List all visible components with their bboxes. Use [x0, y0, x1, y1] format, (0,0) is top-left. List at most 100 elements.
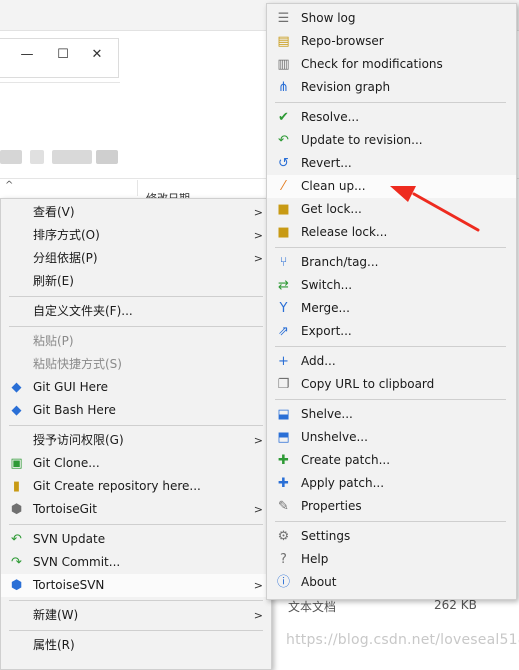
git-clone-icon: ▣ — [10, 456, 23, 471]
menu-separator — [275, 102, 506, 103]
menu-separator — [9, 425, 263, 426]
menu-separator — [9, 326, 263, 327]
menu-separator — [275, 346, 506, 347]
submenu-item-export[interactable]: ⇗ Export... — [267, 320, 516, 343]
submenu-item-update-to-revision[interactable]: ↶ Update to revision... — [267, 129, 516, 152]
menu-item-group-by[interactable]: 分组依据(P) > — [1, 247, 271, 270]
menu-item-label: Help — [301, 552, 329, 566]
menu-item-label: Shelve... — [301, 407, 353, 421]
repo-browser-icon: ▤ — [277, 34, 290, 49]
menu-item-label: 粘贴(P) — [33, 334, 74, 348]
submenu-item-settings[interactable]: ⚙ Settings — [267, 525, 516, 548]
menu-item-git-bash-here[interactable]: ◆ Git Bash Here — [1, 399, 271, 422]
submenu-item-merge[interactable]: Y Merge... — [267, 297, 516, 320]
submenu-item-add[interactable]: + Add... — [267, 350, 516, 373]
menu-item-paste-shortcut: 粘贴快捷方式(S) — [1, 353, 271, 376]
menu-item-git-clone[interactable]: ▣ Git Clone... — [1, 452, 271, 475]
blurred-content — [96, 150, 118, 164]
submenu-item-copy-url[interactable]: ❐ Copy URL to clipboard — [267, 373, 516, 396]
menu-item-label: 排序方式(O) — [33, 228, 100, 242]
update-to-revision-icon: ↶ — [278, 133, 289, 148]
menu-item-git-gui-here[interactable]: ◆ Git GUI Here — [1, 376, 271, 399]
submenu-item-unshelve[interactable]: ⬒ Unshelve... — [267, 426, 516, 449]
file-size-cell: 262 KB — [434, 598, 477, 612]
menu-item-refresh[interactable]: 刷新(E) — [1, 270, 271, 293]
tortoisegit-icon: ⬢ — [10, 502, 23, 517]
export-icon: ⇗ — [278, 324, 289, 339]
submenu-item-apply-patch[interactable]: ✚ Apply patch... — [267, 472, 516, 495]
menu-item-label: 刷新(E) — [33, 274, 74, 288]
menu-item-properties[interactable]: 属性(R) — [1, 634, 271, 657]
menu-item-label: Get lock... — [301, 202, 362, 216]
menu-item-label: 分组依据(P) — [33, 251, 98, 265]
menu-item-label: TortoiseSVN — [33, 578, 105, 592]
chevron-right-icon: > — [253, 229, 263, 242]
menu-item-svn-commit[interactable]: ↷ SVN Commit... — [1, 551, 271, 574]
close-icon[interactable]: ✕ — [89, 47, 105, 63]
switch-icon: ⇄ — [278, 278, 289, 293]
blurred-content — [0, 150, 22, 164]
menu-item-label: 自定义文件夹(F)... — [33, 304, 133, 318]
submenu-item-revision-graph[interactable]: ⋔ Revision graph — [267, 76, 516, 99]
chevron-up-icon[interactable]: ^ — [5, 180, 13, 191]
show-log-icon: ☰ — [277, 11, 290, 26]
menu-item-new[interactable]: 新建(W) > — [1, 604, 271, 627]
menu-item-label: Show log — [301, 11, 356, 25]
submenu-item-show-log[interactable]: ☰ Show log — [267, 7, 516, 30]
menu-item-grant-access[interactable]: 授予访问权限(G) > — [1, 429, 271, 452]
submenu-item-repo-browser[interactable]: ▤ Repo-browser — [267, 30, 516, 53]
submenu-item-revert[interactable]: ↺ Revert... — [267, 152, 516, 175]
help-icon: ? — [280, 552, 287, 567]
menu-item-label: Settings — [301, 529, 351, 543]
submenu-item-shelve[interactable]: ⬓ Shelve... — [267, 403, 516, 426]
git-bash-icon: ◆ — [11, 403, 22, 418]
menu-item-label: Git Clone... — [33, 456, 100, 470]
check-modifications-icon: ▥ — [277, 57, 290, 72]
add-icon: + — [278, 354, 289, 369]
copy-url-icon: ❐ — [277, 377, 290, 392]
submenu-item-create-patch[interactable]: ✚ Create patch... — [267, 449, 516, 472]
menu-separator — [9, 630, 263, 631]
create-patch-icon: ✚ — [278, 453, 289, 468]
submenu-item-switch[interactable]: ⇄ Switch... — [267, 274, 516, 297]
context-menu: 查看(V) > 排序方式(O) > 分组依据(P) > 刷新(E) 自定义文件夹(F)… — [0, 198, 272, 670]
minimize-icon[interactable]: — — [19, 47, 35, 63]
get-lock-icon: ■ — [277, 202, 290, 217]
background-window: — ☐ ✕ — [0, 38, 119, 78]
menu-item-label: 授予访问权限(G) — [33, 433, 124, 447]
submenu-item-resolve[interactable]: ✔ Resolve... — [267, 106, 516, 129]
resolve-icon: ✔ — [278, 110, 289, 125]
clean-up-icon: ⁄ — [282, 179, 285, 194]
blurred-content — [52, 150, 92, 164]
menu-item-svn-update[interactable]: ↶ SVN Update — [1, 528, 271, 551]
menu-item-label: 新建(W) — [33, 608, 79, 622]
menu-item-label: Git Bash Here — [33, 403, 116, 417]
submenu-item-properties[interactable]: ✎ Properties — [267, 495, 516, 518]
submenu-item-branch-tag[interactable]: ⑂ Branch/tag... — [267, 251, 516, 274]
menu-item-sort-by[interactable]: 排序方式(O) > — [1, 224, 271, 247]
submenu-item-about[interactable]: ⓘ About — [267, 571, 516, 594]
menu-item-label: Revert... — [301, 156, 352, 170]
menu-item-label: Resolve... — [301, 110, 360, 124]
menu-item-paste: 粘贴(P) — [1, 330, 271, 353]
menu-separator — [275, 521, 506, 522]
menu-item-customize-folder[interactable]: 自定义文件夹(F)... — [1, 300, 271, 323]
chevron-right-icon: > — [253, 579, 263, 592]
menu-item-label: TortoiseGit — [33, 502, 97, 516]
submenu-item-help[interactable]: ? Help — [267, 548, 516, 571]
svn-commit-icon: ↷ — [11, 555, 22, 570]
menu-item-label: Create patch... — [301, 453, 391, 467]
menu-item-tortoisesvn[interactable]: ⬢ TortoiseSVN > — [1, 574, 271, 597]
file-type-cell: 文本文档 — [288, 600, 337, 614]
menu-separator — [9, 296, 263, 297]
menu-item-view[interactable]: 查看(V) > — [1, 201, 271, 224]
submenu-item-check-modifications[interactable]: ▥ Check for modifications — [267, 53, 516, 76]
menu-item-label: Revision graph — [301, 80, 391, 94]
menu-item-tortoisegit[interactable]: ⬢ TortoiseGit > — [1, 498, 271, 521]
tortoisesvn-icon: ⬢ — [10, 578, 23, 593]
menu-item-git-create-repository[interactable]: ▮ Git Create repository here... — [1, 475, 271, 498]
blurred-content — [30, 150, 44, 164]
maximize-icon[interactable]: ☐ — [55, 47, 71, 63]
about-icon: ⓘ — [276, 575, 290, 590]
background-divider — [0, 82, 120, 83]
